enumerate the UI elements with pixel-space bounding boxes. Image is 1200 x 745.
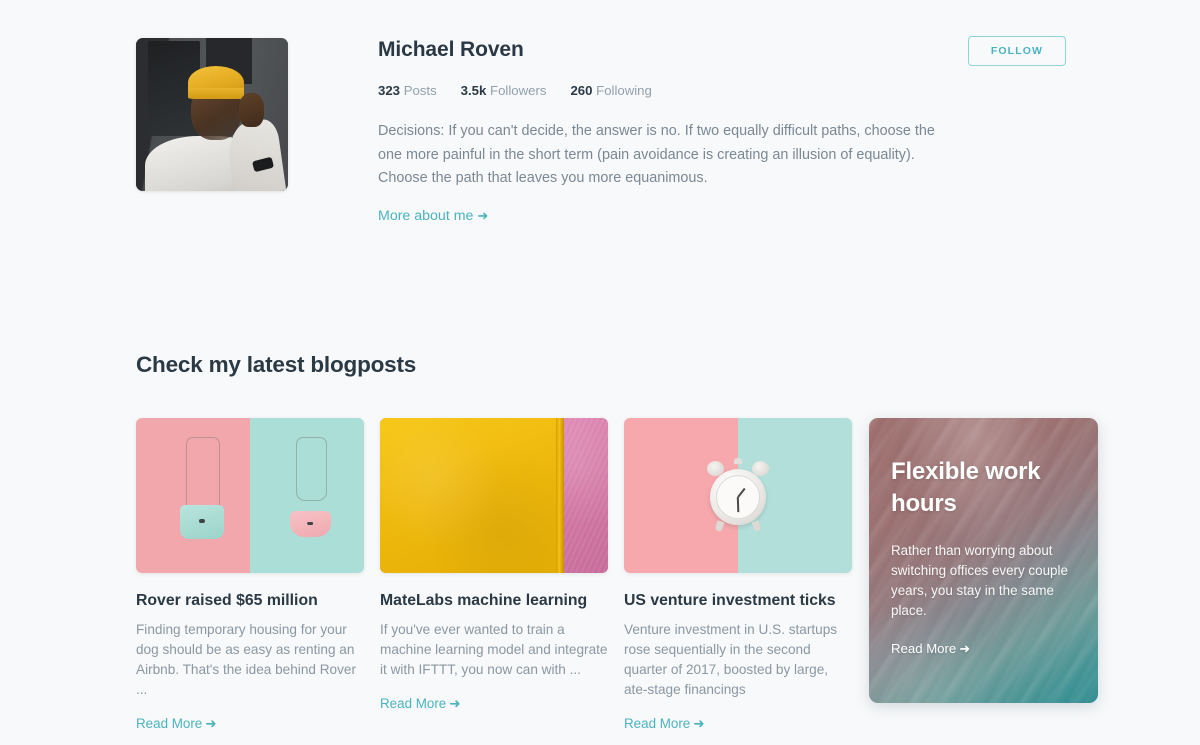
read-more-link[interactable]: Read More ➜: [380, 696, 460, 712]
clock-minute-hand: [737, 496, 740, 512]
stat-followers: 3.5k Followers: [461, 83, 547, 98]
profile-header: Michael Roven FOLLOW 323 Posts 3.5k Foll…: [136, 36, 1066, 225]
arrow-right-icon: ➜: [477, 207, 489, 223]
stat-posts-value: 323: [378, 83, 401, 98]
stat-followers-value: 3.5k: [460, 83, 487, 98]
profile-bio: Decisions: If you can't decide, the answ…: [378, 123, 935, 186]
stat-following-value: 260: [570, 83, 593, 98]
blog-card[interactable]: US venture investment ticks Venture inve…: [624, 418, 852, 733]
handbag-strap-left: [186, 436, 221, 512]
featured-card[interactable]: Flexible work hours Rather than worrying…: [869, 418, 1098, 703]
avatar-hand: [239, 93, 264, 127]
blog-card-title: US venture investment ticks: [624, 592, 836, 609]
featured-read-more-label: Read More: [891, 641, 957, 657]
notebook-elastic-band: [555, 418, 564, 573]
arrow-right-icon: ➜: [959, 641, 971, 657]
featured-card-description: Rather than worrying about switching off…: [891, 543, 1068, 619]
blog-card[interactable]: Rover raised $65 million Finding tempora…: [136, 418, 364, 733]
clock-button: [734, 457, 742, 464]
profile-info: Michael Roven FOLLOW 323 Posts 3.5k Foll…: [378, 36, 1066, 225]
blog-card-image-alarm-clock: [624, 418, 852, 573]
arrow-right-icon: ➜: [205, 715, 217, 731]
handbag-left: [180, 504, 224, 539]
read-more-link[interactable]: Read More ➜: [136, 716, 216, 732]
handbags-photo: [136, 418, 364, 573]
alarm-clock-photo: [624, 418, 852, 573]
read-more-link[interactable]: Read More ➜: [624, 716, 704, 732]
blog-card-excerpt: If you've ever wanted to train a machine…: [380, 621, 608, 677]
avatar-yellow-beanie: [187, 65, 245, 100]
handbag-right: [289, 511, 331, 538]
blog-card-image-handbags: [136, 418, 364, 573]
arrow-right-icon: ➜: [693, 715, 705, 731]
blog-card-image-notebook: [380, 418, 608, 573]
blog-section-heading: Check my latest blogposts: [136, 352, 417, 377]
blog-card-excerpt: Venture investment in U.S. startups rose…: [624, 621, 838, 697]
featured-read-more-link[interactable]: Read More ➜: [891, 641, 970, 657]
alarm-clock-icon: [707, 457, 769, 532]
profile-name-row: Michael Roven FOLLOW: [378, 36, 1066, 66]
stat-following: 260 Following: [570, 83, 651, 98]
more-about-me-label: More about me: [378, 207, 474, 224]
handbag-strap-right: [295, 436, 328, 501]
clock-bell-left: [707, 460, 724, 476]
clock-face: [716, 474, 760, 519]
stat-posts: 323 Posts: [378, 83, 437, 98]
stat-followers-label: Followers: [490, 83, 547, 98]
stat-posts-label: Posts: [403, 83, 437, 98]
blog-card-excerpt: Finding temporary housing for your dog s…: [136, 621, 356, 697]
blog-card-title: MateLabs machine learning: [380, 592, 588, 609]
clock-bell-right: [752, 460, 769, 476]
read-more-label: Read More: [380, 695, 447, 711]
yellow-notebook-photo: [380, 418, 608, 573]
profile-stats: 323 Posts 3.5k Followers 260 Following: [378, 83, 1066, 98]
arrow-right-icon: ➜: [449, 695, 461, 711]
clock-hour-hand: [737, 487, 746, 498]
clock-foot-left: [714, 519, 725, 532]
more-about-me-link[interactable]: More about me ➜: [378, 208, 488, 224]
stat-following-label: Following: [596, 83, 652, 98]
follow-button[interactable]: FOLLOW: [967, 36, 1066, 66]
featured-card-title: Flexible work hours: [891, 458, 1041, 517]
blog-card-title: Rover raised $65 million: [136, 592, 318, 609]
read-more-label: Read More: [136, 715, 203, 731]
notebook-pink-paper: [563, 418, 608, 573]
profile-name: Michael Roven: [378, 38, 524, 61]
featured-card-content: Flexible work hours Rather than worrying…: [869, 418, 1098, 658]
notebook-cover: [380, 418, 556, 573]
read-more-label: Read More: [624, 715, 691, 731]
blog-card[interactable]: MateLabs machine learning If you've ever…: [380, 418, 608, 733]
avatar: [136, 38, 288, 191]
clock-foot-right: [751, 519, 762, 532]
